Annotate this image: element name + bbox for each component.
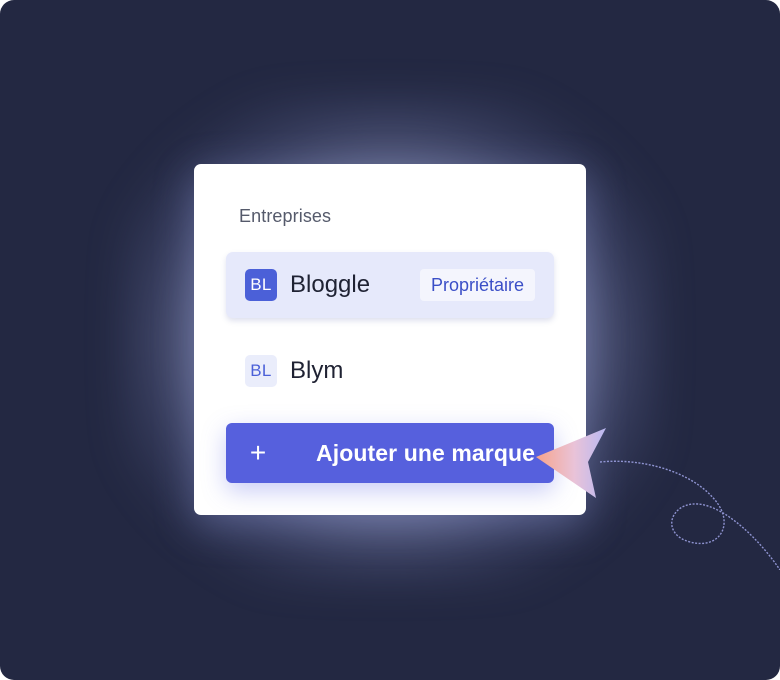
add-brand-label: Ajouter une marque: [316, 439, 536, 466]
company-avatar: BL: [245, 355, 277, 387]
company-name: Bloggle: [290, 271, 371, 298]
company-switcher-card: Entreprises BL Bloggle Propriétaire BL B…: [194, 164, 586, 515]
plus-icon: +: [249, 437, 267, 468]
company-item-blym[interactable]: BL Blym: [226, 338, 554, 404]
add-brand-button[interactable]: + Ajouter une marque: [226, 423, 554, 483]
company-name: Blym: [290, 357, 344, 384]
owner-badge: Propriétaire: [419, 269, 535, 301]
company-item-bloggle[interactable]: BL Bloggle Propriétaire: [226, 252, 554, 318]
company-avatar: BL: [245, 269, 277, 301]
section-label: Entreprises: [239, 206, 332, 226]
canvas-background: Entreprises BL Bloggle Propriétaire BL B…: [0, 0, 780, 680]
